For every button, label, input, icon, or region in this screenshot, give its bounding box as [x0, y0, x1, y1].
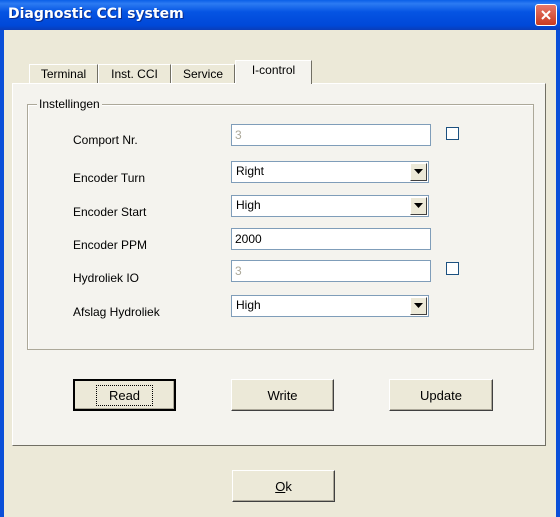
encoder-start-label: Encoder Start — [73, 205, 147, 219]
encoder-ppm-input[interactable]: 2000 — [231, 228, 431, 250]
encoder-start-value: High — [236, 198, 261, 212]
encoder-ppm-value: 2000 — [235, 232, 262, 246]
tab-label: I-control — [251, 63, 296, 77]
afslag-hydroliek-label: Afslag Hydroliek — [73, 305, 160, 319]
comport-input[interactable]: 3 — [231, 124, 431, 146]
comport-label: Comport Nr. — [73, 133, 138, 147]
update-button-label: Update — [420, 387, 462, 403]
tab-label: Terminal — [40, 67, 87, 81]
encoder-start-select[interactable]: High — [231, 195, 429, 217]
group-title: Instellingen — [37, 97, 102, 111]
update-button[interactable]: Update — [389, 379, 493, 411]
window-frame-right — [556, 30, 560, 517]
tab-inst-cci[interactable]: Inst. CCI — [98, 64, 171, 84]
comport-checkbox[interactable] — [446, 127, 459, 140]
tab-i-control[interactable]: I-control — [235, 60, 312, 84]
window-frame-left — [0, 30, 4, 517]
ok-mnemonic: O — [275, 478, 286, 494]
hydroliek-io-checkbox[interactable] — [446, 262, 459, 275]
tab-terminal[interactable]: Terminal — [29, 64, 98, 84]
title-bar: Diagnostic CCI system — [0, 0, 560, 30]
afslag-hydroliek-select[interactable]: High — [231, 295, 429, 317]
tab-service[interactable]: Service — [171, 64, 235, 84]
ok-label-rest: k — [285, 478, 292, 494]
tab-label: Inst. CCI — [111, 67, 158, 81]
read-button[interactable]: Read — [73, 379, 176, 411]
encoder-turn-value: Right — [236, 164, 265, 178]
close-button[interactable] — [535, 4, 557, 26]
comport-value: 3 — [235, 128, 242, 142]
hydroliek-io-label: Hydroliek IO — [73, 271, 140, 285]
encoder-ppm-label: Encoder PPM — [73, 238, 148, 252]
write-button-label: Write — [267, 387, 298, 403]
chevron-down-icon[interactable] — [410, 197, 427, 215]
hydroliek-io-value: 3 — [235, 264, 242, 278]
tab-label: Service — [182, 67, 223, 81]
hydroliek-io-input[interactable]: 3 — [231, 260, 431, 282]
read-button-label: Read — [95, 384, 154, 406]
encoder-turn-label: Encoder Turn — [73, 171, 146, 185]
chevron-down-icon[interactable] — [410, 297, 427, 315]
close-icon — [541, 10, 551, 20]
encoder-turn-select[interactable]: Right — [231, 161, 429, 183]
chevron-down-icon[interactable] — [410, 163, 427, 181]
afslag-hydroliek-value: High — [236, 298, 261, 312]
write-button[interactable]: Write — [231, 379, 334, 411]
ok-button-label: Ok — [275, 479, 292, 494]
ok-button[interactable]: Ok — [232, 470, 335, 502]
window-title: Diagnostic CCI system — [8, 6, 184, 22]
